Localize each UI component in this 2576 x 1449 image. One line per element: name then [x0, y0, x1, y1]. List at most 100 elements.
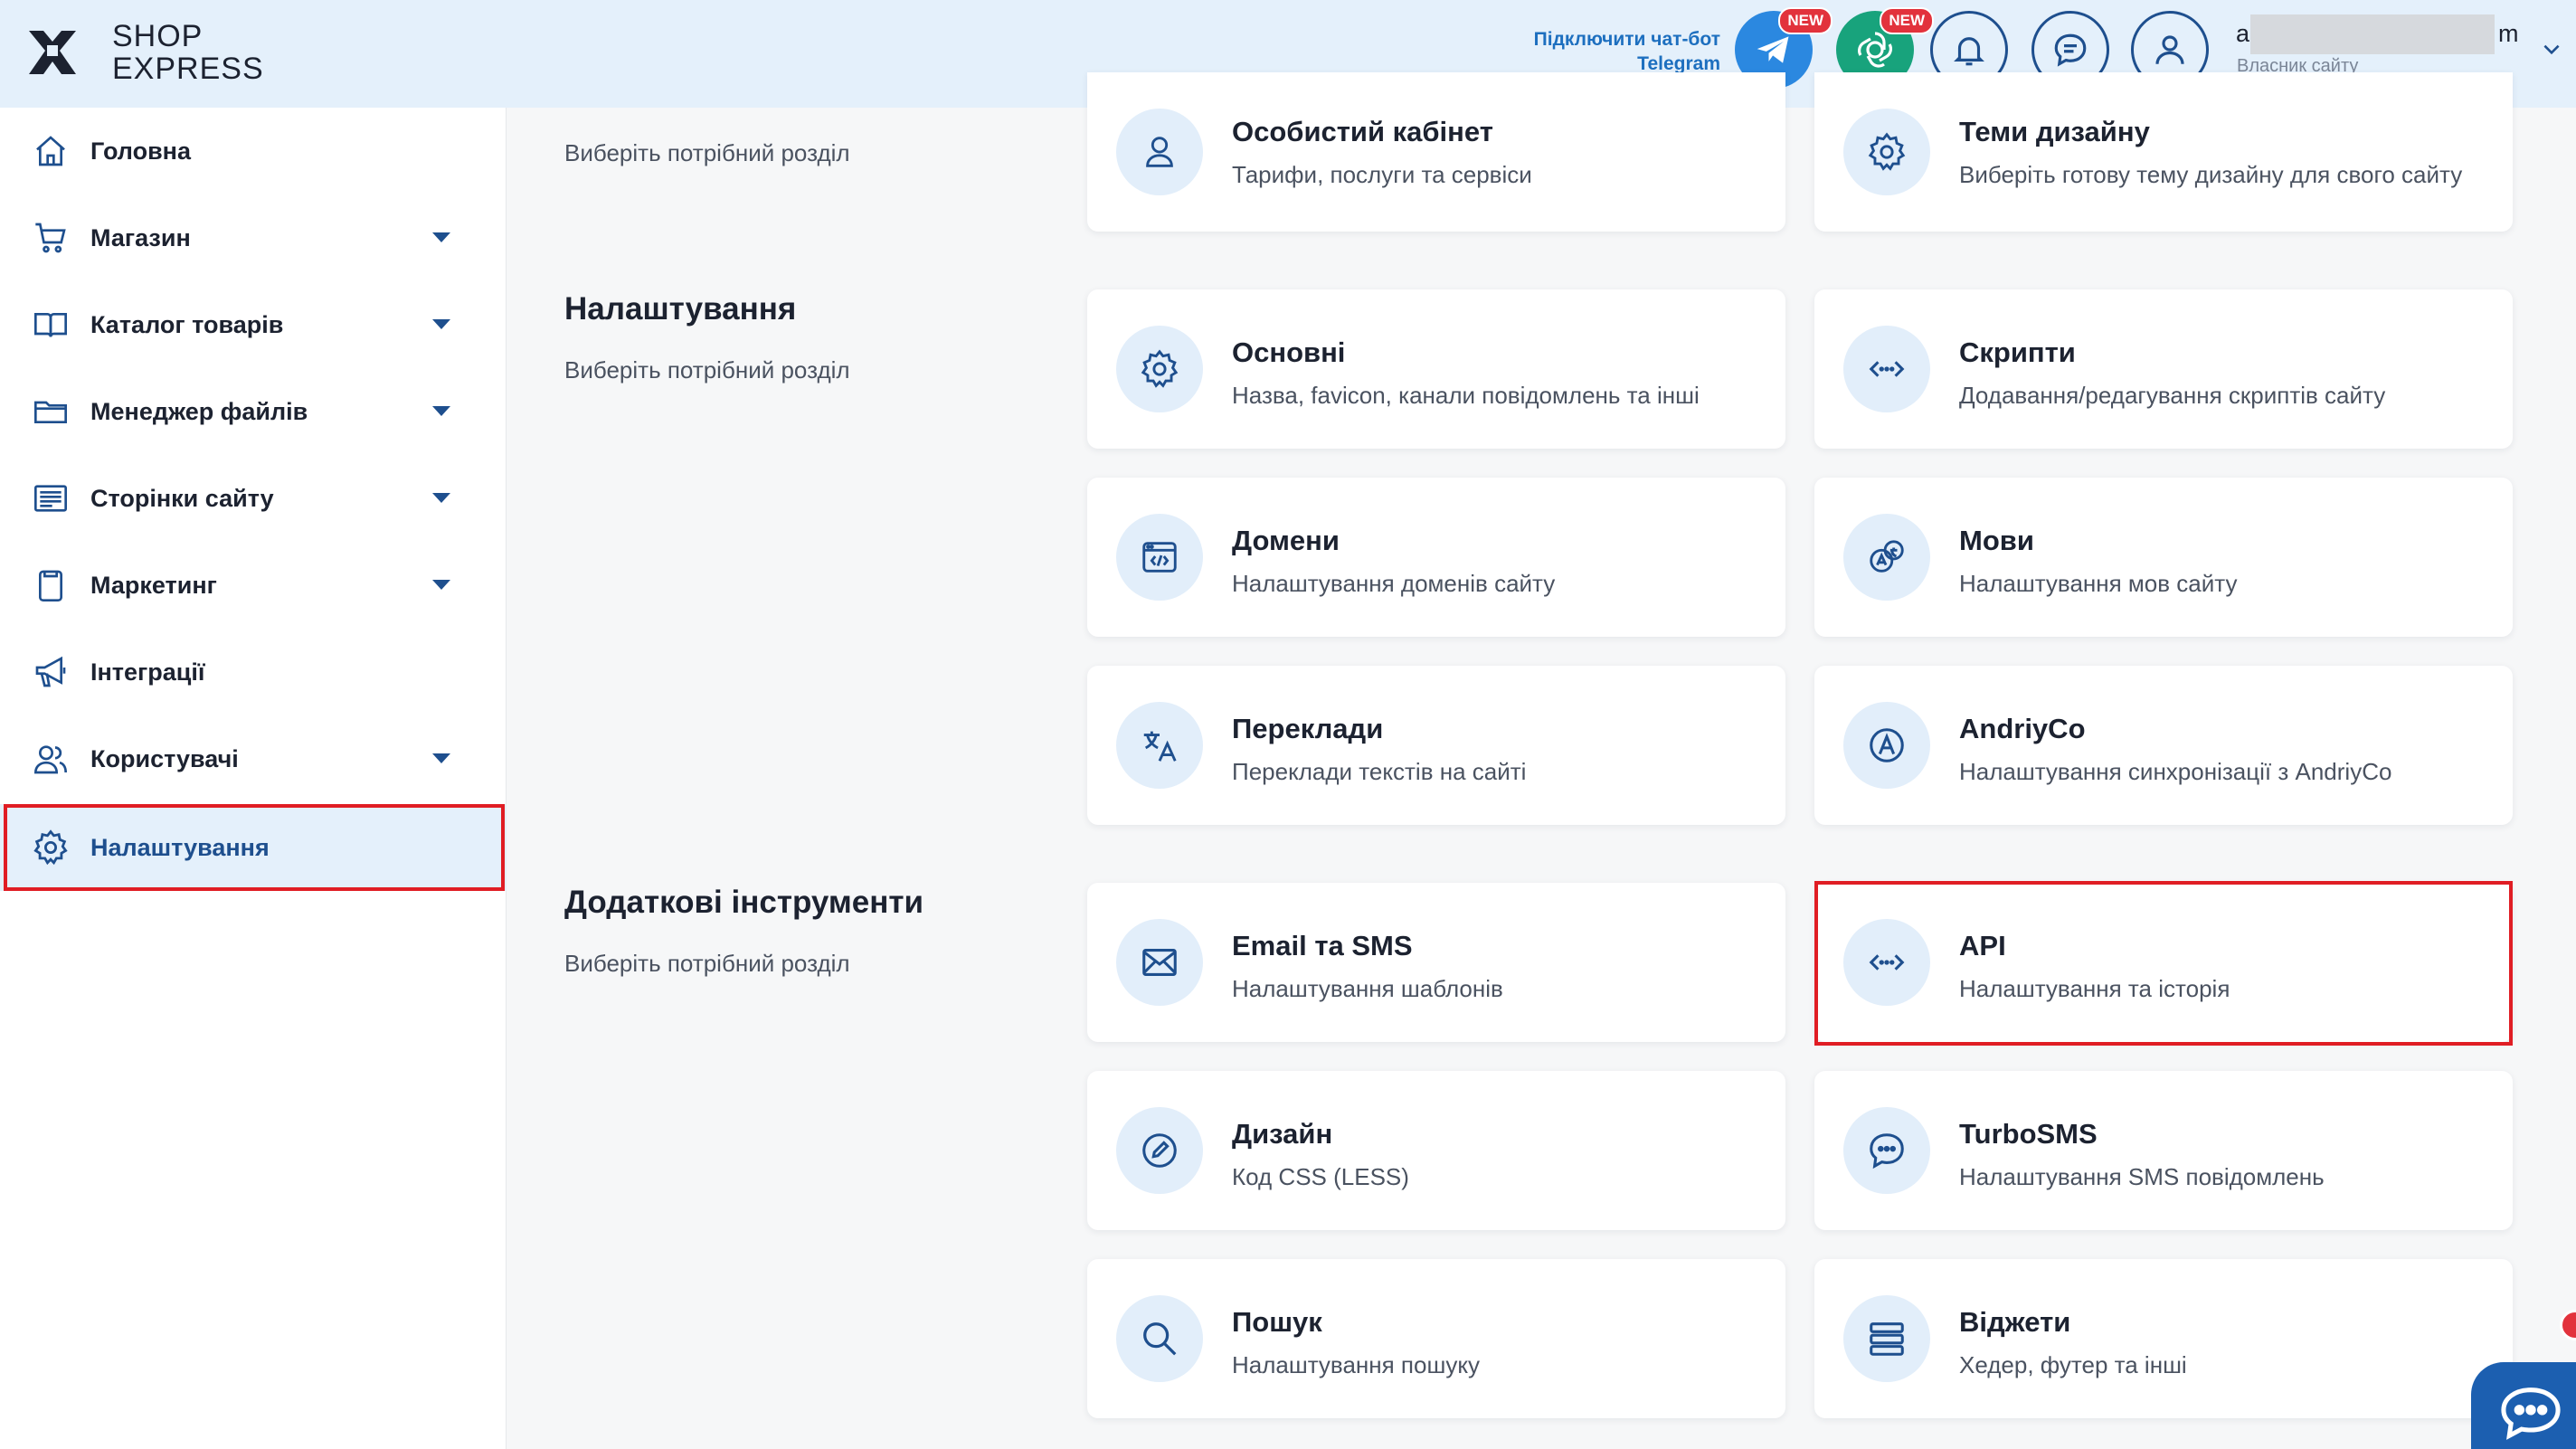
- card-description: Переклади текстів на сайті: [1232, 758, 1527, 785]
- card-title: Дизайн: [1232, 1118, 1333, 1150]
- search-icon: [1116, 1295, 1203, 1382]
- card-title: Основні: [1232, 336, 1346, 368]
- redacted-user-name: [2250, 14, 2495, 54]
- gear-icon: [1843, 109, 1930, 195]
- chat-dots-icon: [1843, 1107, 1930, 1194]
- card-description: Хедер, футер та інші: [1959, 1351, 2187, 1378]
- card-search[interactable]: Пошук Налаштування пошуку: [1087, 1259, 1785, 1418]
- card-description: Тарифи, послуги та сервіси: [1232, 161, 1532, 188]
- translate-icon: [1116, 702, 1203, 789]
- megaphone-icon: [31, 652, 71, 692]
- card-title: TurboSMS: [1959, 1118, 2098, 1150]
- section-subtitle: Виберіть потрібний розділ: [564, 356, 850, 384]
- gear-icon: [31, 828, 71, 867]
- card-personal-account[interactable]: Особистий кабінет Тарифи, послуги та сер…: [1087, 72, 1785, 232]
- card-translations[interactable]: Переклади Переклади текстів на сайті: [1087, 666, 1785, 825]
- card-email-sms[interactable]: Email та SMS Налаштування шаблонів: [1087, 883, 1785, 1042]
- sidebar-item-label: Каталог товарів: [90, 310, 284, 338]
- card-design[interactable]: Дизайн Код CSS (LESS): [1087, 1071, 1785, 1230]
- sidebar-item-label: Інтеграції: [90, 658, 205, 686]
- caret-down-icon[interactable]: [432, 753, 450, 763]
- telegram-icon: [1757, 36, 1789, 63]
- sidebar-item-label: Налаштування: [90, 833, 270, 861]
- card-languages[interactable]: Мови Налаштування мов сайту: [1814, 478, 2513, 637]
- card-title: Теми дизайну: [1959, 116, 2150, 147]
- sidebar-item-catalog[interactable]: Каталог товарів: [0, 281, 507, 368]
- notification-dot: [2560, 1310, 2576, 1340]
- code-icon: [1843, 919, 1930, 1006]
- caret-down-icon[interactable]: [432, 580, 450, 590]
- telegram-bot-link[interactable]: Підключити чат-бот Telegram: [1534, 27, 1720, 76]
- user-icon: [2155, 35, 2184, 64]
- clipboard-icon: [31, 565, 71, 605]
- book-icon: [31, 305, 71, 345]
- new-badge: NEW: [1880, 7, 1934, 34]
- pages-icon: [31, 478, 71, 518]
- card-design-themes[interactable]: Теми дизайну Виберіть готову тему дизайн…: [1814, 72, 2513, 232]
- browser-code-icon: [1116, 514, 1203, 601]
- sidebar-item-site-pages[interactable]: Сторінки сайту: [0, 455, 507, 542]
- caret-down-icon[interactable]: [432, 493, 450, 503]
- sidebar-item-label: Сторінки сайту: [90, 484, 274, 512]
- sidebar-item-label: Менеджер файлів: [90, 397, 308, 425]
- sidebar-item-settings[interactable]: Налаштування: [0, 804, 507, 891]
- card-title: Особистий кабінет: [1232, 116, 1493, 147]
- section-title-settings: Налаштування: [564, 291, 797, 327]
- card-description: Налаштування шаблонів: [1232, 975, 1503, 1002]
- chevron-down-icon[interactable]: [2540, 38, 2563, 62]
- bell-icon: [1954, 37, 1984, 66]
- card-general[interactable]: Основні Назва, favicon, канали повідомле…: [1087, 289, 1785, 449]
- andriyco-icon: [1843, 702, 1930, 789]
- card-domains[interactable]: Домени Налаштування доменів сайту: [1087, 478, 1785, 637]
- home-icon: [31, 131, 71, 171]
- sidebar-item-label: Головна: [90, 137, 191, 165]
- card-description: Налаштування та історія: [1959, 975, 2230, 1002]
- brand-name: SHOP EXPRESS: [112, 19, 264, 86]
- sidebar-item-label: Маркетинг: [90, 571, 217, 599]
- card-widgets[interactable]: Віджети Хедер, футер та інші: [1814, 1259, 2513, 1418]
- card-title: Віджети: [1959, 1306, 2071, 1338]
- card-andriyco[interactable]: AndriyCo Налаштування синхронізації з An…: [1814, 666, 2513, 825]
- chat-bubble-icon: [2054, 33, 2087, 67]
- card-description: Налаштування SMS повідомлень: [1959, 1163, 2325, 1190]
- card-title: Email та SMS: [1232, 930, 1413, 961]
- sidebar-item-marketing[interactable]: Маркетинг: [0, 542, 507, 629]
- sidebar-item-file-manager[interactable]: Менеджер файлів: [0, 368, 507, 455]
- caret-down-icon[interactable]: [432, 232, 450, 242]
- caret-down-icon[interactable]: [432, 406, 450, 416]
- languages-icon: [1843, 514, 1930, 601]
- card-title: Домени: [1232, 525, 1340, 556]
- sidebar-item-users[interactable]: Користувачі: [0, 715, 507, 802]
- card-description: Налаштування доменів сайту: [1232, 570, 1556, 597]
- card-title: Скрипти: [1959, 336, 2076, 368]
- user-name[interactable]: a: [2236, 20, 2249, 48]
- card-description: Назва, favicon, канали повідомлень та ін…: [1232, 382, 1700, 409]
- users-icon: [31, 739, 71, 779]
- card-description: Налаштування мов сайту: [1959, 570, 2238, 597]
- ai-knot-icon: [1858, 32, 1892, 68]
- card-turbosms[interactable]: TurboSMS Налаштування SMS повідомлень: [1814, 1071, 2513, 1230]
- chat-bubble-icon: [2501, 1387, 2561, 1440]
- card-title: Пошук: [1232, 1306, 1322, 1338]
- brand-logo[interactable]: SHOP EXPRESS: [25, 20, 263, 85]
- card-description: Налаштування пошуку: [1232, 1351, 1480, 1378]
- section-subtitle: Виберіть потрібний розділ: [564, 950, 850, 977]
- section-subtitle: Виберіть потрібний розділ: [564, 139, 850, 166]
- sidebar-item-integrations[interactable]: Інтеграції: [0, 629, 507, 715]
- card-title: API: [1959, 930, 2006, 961]
- support-chat-button[interactable]: [2471, 1362, 2576, 1449]
- card-description: Додавання/редагування скриптів сайту: [1959, 382, 2386, 409]
- logo-mark-icon: [29, 31, 76, 74]
- sidebar-item-home[interactable]: Головна: [0, 108, 507, 194]
- card-description: Виберіть готову тему дизайну для свого с…: [1959, 161, 2463, 188]
- card-scripts[interactable]: Скрипти Додавання/редагування скриптів с…: [1814, 289, 2513, 449]
- card-title: AndriyCo: [1959, 713, 2086, 744]
- sidebar: Головна Магазин Каталог товарів Менеджер…: [0, 108, 507, 1449]
- sidebar-item-shop[interactable]: Магазин: [0, 194, 507, 281]
- card-description: Код CSS (LESS): [1232, 1163, 1409, 1190]
- caret-down-icon[interactable]: [432, 319, 450, 329]
- user-icon: [1116, 109, 1203, 195]
- user-name-end: m: [2498, 20, 2519, 47]
- card-api[interactable]: API Налаштування та історія: [1814, 883, 2513, 1042]
- section-title-tools: Додаткові інструменти: [564, 885, 924, 920]
